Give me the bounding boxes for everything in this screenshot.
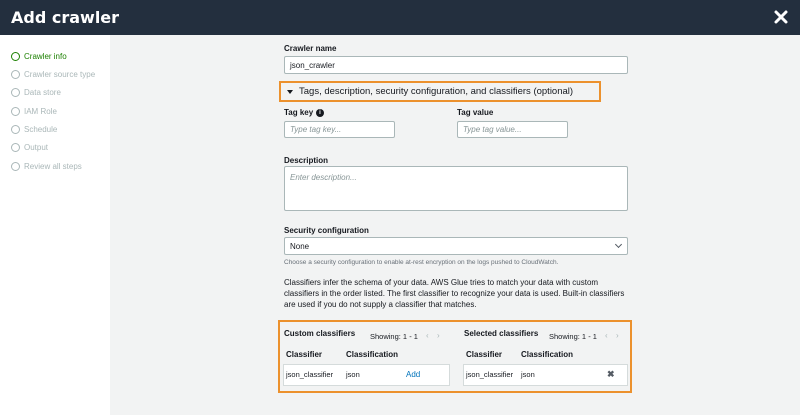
- security-configuration-hint: Choose a security configuration to enabl…: [284, 259, 559, 266]
- step-circle-icon: [11, 124, 20, 134]
- column-header-classifier[interactable]: Classifier: [466, 350, 502, 359]
- column-header-classification[interactable]: Classification: [521, 350, 573, 359]
- description-label: Description: [284, 156, 329, 165]
- step-circle-icon: [11, 161, 20, 171]
- step-circle-icon: [11, 142, 20, 152]
- classification-cell: json: [521, 370, 535, 379]
- wizard-steps-sidebar: Crawler info Crawler source type Data st…: [0, 35, 110, 415]
- step-circle-icon: [11, 69, 20, 79]
- step-data-store[interactable]: Data store: [11, 85, 61, 99]
- modal-header: Add crawler: [0, 0, 800, 35]
- step-iam-role[interactable]: IAM Role: [11, 104, 57, 118]
- chevron-down-icon: [614, 240, 623, 249]
- classifiers-description: Classifiers infer the schema of your dat…: [284, 278, 625, 309]
- classifier-cell: json_classifier: [286, 370, 334, 379]
- security-configuration-label: Security configuration: [284, 226, 369, 235]
- info-icon[interactable]: i: [316, 109, 324, 117]
- selected-classifiers-showing: Showing: 1 - 1: [549, 332, 597, 341]
- step-circle-icon: [11, 106, 20, 116]
- step-label: Crawler source type: [24, 69, 96, 79]
- remove-classifier-icon[interactable]: ✖: [607, 369, 615, 380]
- add-classifier-link[interactable]: Add: [406, 370, 420, 379]
- step-output[interactable]: Output: [11, 140, 48, 154]
- step-label: Review all steps: [24, 161, 82, 171]
- security-configuration-select[interactable]: None: [284, 237, 628, 255]
- tag-value-input[interactable]: Type tag value...: [457, 121, 568, 138]
- custom-classifiers-title: Custom classifiers: [284, 329, 356, 338]
- tag-value-label: Tag value: [457, 108, 494, 117]
- tag-key-label: Tag key: [284, 108, 314, 117]
- step-label: Output: [24, 142, 49, 152]
- step-review-all-steps[interactable]: Review all steps: [11, 159, 82, 173]
- column-header-classifier[interactable]: Classifier: [286, 350, 322, 359]
- caret-down-icon: [287, 89, 293, 94]
- selected-value: None: [290, 241, 310, 251]
- optional-settings-expander[interactable]: Tags, description, security configuratio…: [279, 81, 601, 102]
- step-label: Schedule: [24, 124, 58, 134]
- classifier-cell: json_classifier: [466, 370, 514, 379]
- crawler-name-label: Crawler name: [284, 44, 337, 53]
- step-label: IAM Role: [24, 106, 57, 116]
- description-textarea[interactable]: Enter description...: [284, 166, 628, 211]
- modal-title: Add crawler: [11, 8, 120, 27]
- column-header-classification[interactable]: Classification: [346, 350, 398, 359]
- step-label: Crawler info: [24, 51, 67, 61]
- step-label: Data store: [24, 87, 61, 97]
- tag-key-input[interactable]: Type tag key...: [284, 121, 395, 138]
- expander-label: Tags, description, security configuratio…: [299, 86, 574, 97]
- crawler-name-input[interactable]: json_crawler: [284, 56, 628, 74]
- step-circle-icon: [11, 51, 20, 61]
- chevron-left-icon[interactable]: ‹: [605, 331, 608, 340]
- step-circle-icon: [11, 87, 20, 97]
- selected-classifiers-title: Selected classifiers: [464, 329, 539, 338]
- chevron-right-icon[interactable]: ›: [616, 331, 619, 340]
- chevron-right-icon[interactable]: ›: [437, 331, 440, 340]
- step-schedule[interactable]: Schedule: [11, 122, 57, 136]
- custom-classifiers-showing: Showing: 1 - 1: [370, 332, 418, 341]
- step-crawler-source-type[interactable]: Crawler source type: [11, 67, 95, 81]
- chevron-left-icon[interactable]: ‹: [426, 331, 429, 340]
- close-icon[interactable]: [771, 7, 791, 27]
- step-crawler-info[interactable]: Crawler info: [11, 49, 67, 63]
- classification-cell: json: [346, 370, 360, 379]
